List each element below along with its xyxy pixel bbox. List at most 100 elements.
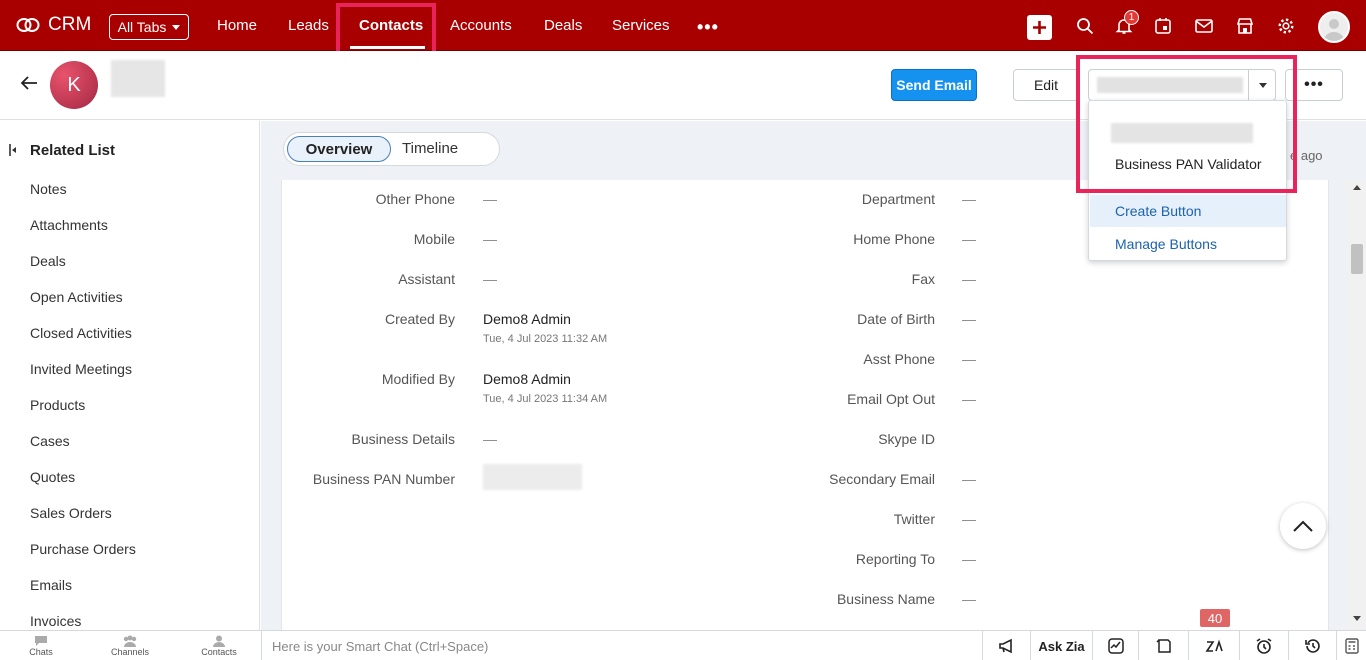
create-new-button[interactable] bbox=[1027, 15, 1052, 40]
alarm-clock-icon bbox=[1256, 638, 1272, 654]
zia-icon bbox=[1205, 639, 1223, 652]
field-value-created-by[interactable]: Demo8 Admin bbox=[483, 311, 571, 327]
announcements-button[interactable] bbox=[982, 631, 1030, 660]
sidebar-item-open-activities[interactable]: Open Activities bbox=[30, 289, 123, 305]
sidebar-item-invoices[interactable]: Invoices bbox=[30, 613, 81, 629]
chats-button[interactable]: Chats bbox=[11, 635, 71, 657]
search-icon bbox=[1077, 18, 1094, 35]
sidebar-item-closed-activities[interactable]: Closed Activities bbox=[30, 325, 132, 341]
scrollbar-thumb[interactable] bbox=[1351, 244, 1363, 274]
field-value-date-of-birth: — bbox=[962, 311, 976, 327]
ask-zia-button[interactable]: Ask Zia bbox=[1030, 631, 1092, 660]
field-value-modified-by[interactable]: Demo8 Admin bbox=[483, 371, 571, 387]
divider bbox=[1248, 70, 1249, 100]
menu-item-manage-buttons[interactable]: Manage Buttons bbox=[1115, 236, 1217, 252]
tab-accounts[interactable]: Accounts bbox=[450, 17, 512, 34]
send-email-button[interactable]: Send Email bbox=[891, 69, 977, 101]
field-label-created-by: Created By bbox=[384, 311, 455, 327]
zia-signal-button[interactable] bbox=[1188, 631, 1239, 660]
mail-button[interactable] bbox=[1193, 15, 1215, 37]
channels-button[interactable]: Channels bbox=[100, 635, 160, 657]
field-value-twitter: — bbox=[962, 511, 976, 527]
field-label-date-of-birth: Date of Birth bbox=[857, 311, 935, 327]
tab-overview[interactable]: Overview bbox=[287, 136, 391, 162]
calendar-button[interactable] bbox=[1152, 15, 1174, 37]
all-tabs-button[interactable]: All Tabs bbox=[109, 14, 189, 40]
search-button[interactable] bbox=[1074, 15, 1096, 37]
field-label-fax: Fax bbox=[911, 271, 935, 287]
field-value-asst-phone: — bbox=[962, 351, 976, 367]
settings-button[interactable] bbox=[1275, 15, 1297, 37]
note-icon bbox=[1155, 639, 1171, 653]
field-value-home-phone: — bbox=[962, 231, 976, 247]
field-label-skype-id: Skype ID bbox=[878, 431, 935, 447]
field-label-business-details: Business Details bbox=[351, 431, 456, 447]
field-value-department: — bbox=[962, 191, 976, 207]
menu-item-create-button[interactable]: Create Button bbox=[1090, 195, 1286, 227]
chevron-up-icon bbox=[1293, 520, 1313, 532]
user-avatar[interactable] bbox=[1318, 11, 1350, 43]
sidebar-item-attachments[interactable]: Attachments bbox=[30, 217, 108, 233]
sidebar-item-notes[interactable]: Notes bbox=[30, 181, 67, 197]
activity-button[interactable] bbox=[1092, 631, 1138, 660]
related-list-title: Related List bbox=[30, 142, 116, 159]
active-tab-underline bbox=[350, 46, 425, 49]
gear-icon bbox=[1278, 18, 1294, 34]
scroll-down-arrow-icon[interactable] bbox=[1353, 616, 1361, 621]
marketplace-button[interactable] bbox=[1234, 15, 1256, 37]
tab-services[interactable]: Services bbox=[612, 17, 670, 34]
tab-home[interactable]: Home bbox=[217, 17, 257, 34]
history-icon bbox=[1304, 639, 1320, 653]
tab-timeline[interactable]: Timeline bbox=[402, 140, 458, 157]
chat-icon bbox=[35, 636, 47, 646]
crm-logo[interactable]: CRM bbox=[16, 14, 91, 36]
more-actions-button[interactable]: ••• bbox=[1285, 69, 1343, 101]
arrow-left-icon bbox=[20, 76, 37, 90]
user-icon bbox=[1324, 19, 1344, 41]
sidebar-item-quotes[interactable]: Quotes bbox=[30, 469, 75, 485]
sidebar-item-purchase-orders[interactable]: Purchase Orders bbox=[30, 541, 136, 557]
sidebar-item-products[interactable]: Products bbox=[30, 397, 85, 413]
field-label-business-pan-number: Business PAN Number bbox=[312, 471, 455, 487]
app-name: CRM bbox=[48, 14, 92, 35]
scroll-up-arrow-icon[interactable] bbox=[1353, 185, 1361, 190]
caret-down-icon[interactable] bbox=[1259, 83, 1267, 88]
sidebar-item-invited-meetings[interactable]: Invited Meetings bbox=[30, 361, 132, 377]
field-value-business-name: — bbox=[962, 591, 976, 607]
collapse-sidebar-icon[interactable] bbox=[9, 144, 17, 156]
sidebar-item-deals[interactable]: Deals bbox=[30, 253, 66, 269]
top-nav-bar: CRM All Tabs Home Leads Contacts Account… bbox=[0, 0, 1366, 51]
reminders-button[interactable] bbox=[1239, 631, 1288, 660]
tab-contacts[interactable]: Contacts bbox=[359, 17, 423, 34]
people-group-icon bbox=[123, 635, 137, 647]
sidebar-item-emails[interactable]: Emails bbox=[30, 577, 72, 593]
edit-button[interactable]: Edit bbox=[1013, 69, 1079, 101]
tab-deals[interactable]: Deals bbox=[544, 17, 582, 34]
field-value-business-details: — bbox=[483, 431, 497, 447]
field-value-assistant: — bbox=[483, 271, 497, 287]
notes-button[interactable] bbox=[1138, 631, 1188, 660]
smart-chat-input[interactable]: Here is your Smart Chat (Ctrl+Space) bbox=[261, 631, 982, 660]
more-tabs-button[interactable]: ••• bbox=[697, 17, 719, 38]
calculator-icon bbox=[1344, 638, 1359, 654]
sidebar-item-sales-orders[interactable]: Sales Orders bbox=[30, 505, 112, 521]
avatar-letter: K bbox=[67, 73, 81, 96]
scroll-to-top-button[interactable] bbox=[1280, 503, 1326, 549]
back-button[interactable] bbox=[20, 75, 38, 96]
field-value-business-pan-redacted bbox=[483, 464, 582, 490]
menu-item-redacted[interactable] bbox=[1111, 123, 1253, 143]
sidebar-item-cases[interactable]: Cases bbox=[30, 433, 70, 449]
tab-leads[interactable]: Leads bbox=[288, 17, 329, 34]
menu-item-business-pan-validator[interactable]: Business PAN Validator bbox=[1115, 156, 1262, 172]
recent-items-button[interactable] bbox=[1288, 631, 1336, 660]
field-label-email-opt-out: Email Opt Out bbox=[847, 391, 935, 407]
field-label-reporting-to: Reporting To bbox=[855, 551, 935, 567]
record-name-redacted bbox=[111, 60, 165, 97]
field-label-secondary-email: Secondary Email bbox=[829, 471, 935, 487]
custom-button-dropdown[interactable] bbox=[1088, 69, 1276, 101]
field-value-mobile: — bbox=[483, 231, 497, 247]
contacts-button[interactable]: Contacts bbox=[189, 635, 249, 657]
field-value-email-opt-out: — bbox=[962, 391, 976, 407]
channels-label: Channels bbox=[110, 647, 150, 657]
calculator-button[interactable] bbox=[1336, 631, 1366, 660]
